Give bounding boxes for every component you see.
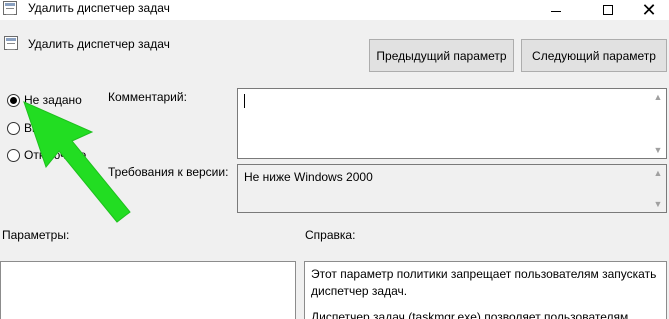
title-bar[interactable]: Удалить диспетчер задач ✕ xyxy=(0,0,669,20)
policy-app-icon xyxy=(3,1,17,15)
help-paragraph: Этот параметр политики запрещает пользов… xyxy=(311,267,657,298)
requirements-scrollbar[interactable]: ▲ ▼ xyxy=(650,165,666,212)
radio-disabled[interactable]: Отключено xyxy=(7,148,86,162)
policy-editor-window: Удалить диспетчер задач ✕ Удалить диспет… xyxy=(0,0,669,319)
requirements-label: Требования к версии: xyxy=(108,165,229,179)
text-caret xyxy=(244,94,245,108)
comment-label: Комментарий: xyxy=(108,90,187,104)
scroll-up-icon[interactable]: ▲ xyxy=(650,89,666,105)
arrow-shape xyxy=(23,101,131,223)
requirements-value: Не ниже Windows 2000 xyxy=(244,170,373,184)
policy-setting-icon xyxy=(4,36,18,50)
radio-checked-icon[interactable] xyxy=(7,93,20,107)
radio-not-configured[interactable]: Не задано xyxy=(7,93,82,107)
scroll-down-icon[interactable]: ▼ xyxy=(650,142,666,158)
maximize-button[interactable] xyxy=(585,0,631,20)
radio-enabled-label: Включено xyxy=(24,121,80,135)
radio-unchecked-icon[interactable] xyxy=(7,121,20,135)
scroll-down-icon[interactable]: ▼ xyxy=(650,196,666,212)
parameters-panel[interactable] xyxy=(0,261,296,319)
comment-scrollbar[interactable]: ▲ ▼ xyxy=(650,89,666,158)
help-paragraph: Диспетчер задач (taskmgr.exe) позволяет … xyxy=(311,310,629,319)
help-label: Справка: xyxy=(305,228,356,242)
close-button[interactable]: ✕ xyxy=(626,0,669,20)
maximize-icon xyxy=(603,5,613,15)
parameters-label: Параметры: xyxy=(2,228,70,242)
window-title: Удалить диспетчер задач xyxy=(28,1,170,15)
radio-enabled[interactable]: Включено xyxy=(7,121,79,135)
radio-disabled-label: Отключено xyxy=(24,148,87,162)
close-icon: ✕ xyxy=(641,0,657,20)
radio-unchecked-icon[interactable] xyxy=(7,148,20,162)
scroll-up-icon[interactable]: ▲ xyxy=(650,165,666,181)
previous-setting-button[interactable]: Предыдущий параметр xyxy=(369,39,514,72)
minimize-icon xyxy=(551,10,561,12)
requirements-field: Не ниже Windows 2000 ▲ ▼ xyxy=(237,164,667,213)
help-panel[interactable]: Этот параметр политики запрещает пользов… xyxy=(304,261,667,319)
minimize-button[interactable] xyxy=(533,0,579,20)
radio-not-configured-label: Не задано xyxy=(24,93,82,107)
policy-name: Удалить диспетчер задач xyxy=(28,37,170,51)
next-setting-button[interactable]: Следующий параметр xyxy=(521,39,667,72)
comment-textarea[interactable]: ▲ ▼ xyxy=(237,88,667,159)
